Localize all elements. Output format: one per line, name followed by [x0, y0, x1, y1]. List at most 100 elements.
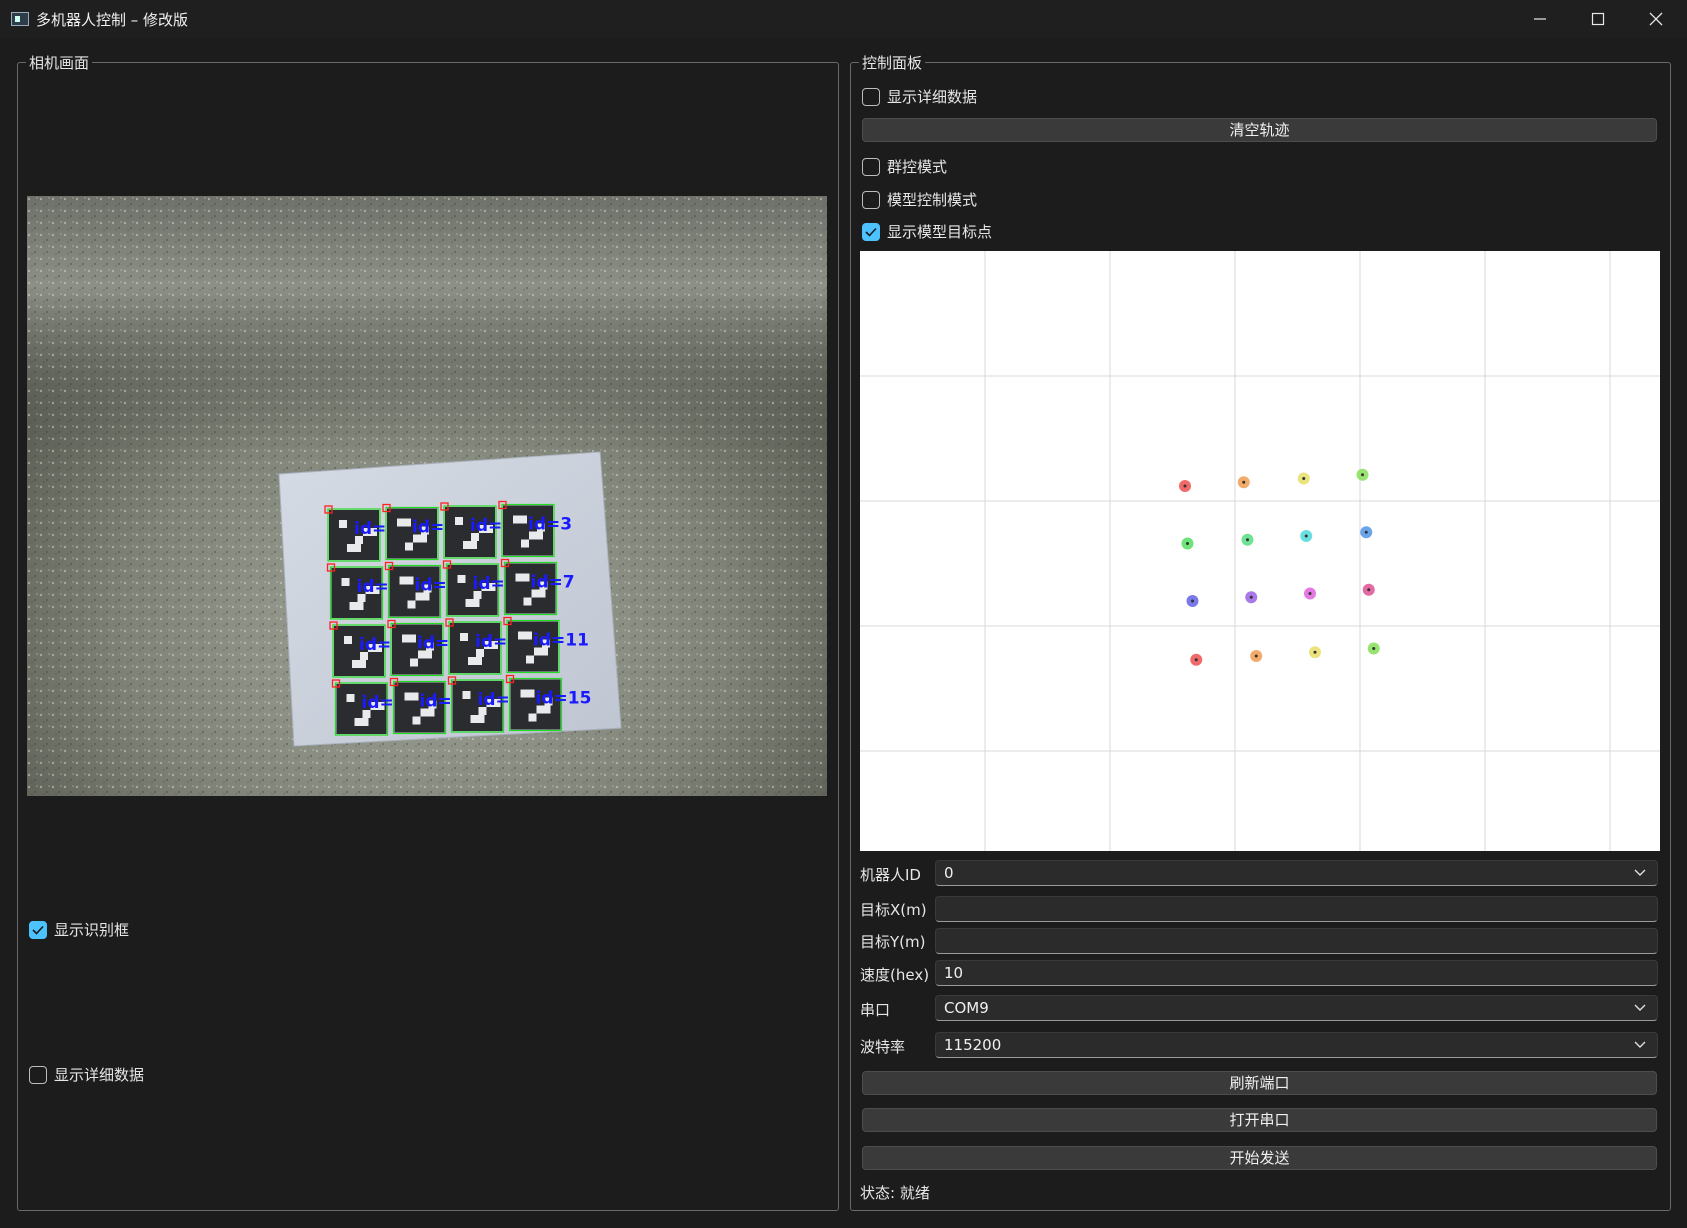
show-targets-checkbox[interactable]: 显示模型目标点 — [862, 221, 992, 242]
marker-bit — [470, 715, 485, 723]
camera-group-title: 相机画面 — [26, 52, 93, 73]
robot-point-center — [1308, 592, 1312, 595]
robot-point-center — [1304, 534, 1308, 538]
marker-id-label: id=11 — [533, 631, 589, 651]
robot-point-center — [1249, 595, 1253, 599]
show-boxes-label: 显示识别框 — [54, 921, 130, 939]
marker-bit — [462, 691, 471, 699]
marker-bit — [528, 713, 537, 722]
robot-point-center — [1361, 473, 1364, 477]
checkbox-checked-icon — [862, 222, 880, 241]
robot-point-center — [1367, 588, 1371, 592]
baud-value: 115200 — [944, 1036, 1002, 1054]
marker-id-label: id=3 — [528, 515, 572, 535]
window-title: 多机器人控制 – 修改版 — [36, 11, 189, 29]
swarm-mode-checkbox[interactable]: 群控模式 — [862, 156, 947, 177]
marker-bit — [404, 692, 419, 701]
port-select[interactable]: COM9 — [935, 995, 1658, 1021]
checkbox-unchecked-icon — [862, 190, 880, 209]
robot-point-center — [1194, 658, 1198, 662]
maximize-icon[interactable] — [1569, 0, 1627, 38]
marker-bit — [352, 660, 366, 668]
robot-point — [1237, 476, 1250, 489]
target-x-label: 目标X(m) — [860, 901, 927, 919]
robot-point-center — [1246, 538, 1249, 542]
marker-bit — [457, 575, 466, 583]
minimize-icon[interactable] — [1511, 0, 1569, 38]
chevron-down-icon — [1634, 869, 1646, 876]
robot-point — [1356, 468, 1369, 481]
robot-point — [1362, 583, 1375, 596]
target-x-input[interactable] — [935, 896, 1658, 922]
robot-point — [1300, 530, 1313, 542]
camera-show-detail-label: 显示详细数据 — [54, 1066, 145, 1084]
robot-point-center — [1302, 477, 1306, 480]
marker-bit — [523, 597, 532, 606]
start-send-button[interactable]: 开始发送 — [862, 1146, 1657, 1170]
clear-trajectory-button[interactable]: 清空轨迹 — [862, 118, 1657, 142]
control-show-detail-checkbox[interactable]: 显示详细数据 — [862, 86, 977, 107]
baud-select[interactable]: 115200 — [935, 1032, 1658, 1058]
robot-point — [1250, 650, 1263, 662]
marker-bit — [412, 716, 421, 725]
marker-bit — [339, 520, 347, 528]
show-targets-label: 显示模型目标点 — [887, 223, 993, 241]
model-mode-label: 模型控制模式 — [887, 191, 978, 209]
speed-input[interactable]: 10 — [935, 960, 1658, 986]
marker-bit — [344, 636, 352, 644]
refresh-ports-button[interactable]: 刷新端口 — [862, 1071, 1657, 1095]
robot-point-center — [1186, 542, 1189, 545]
robot-point — [1309, 646, 1321, 659]
marker-bit — [341, 578, 350, 586]
robot-point-center — [1191, 599, 1194, 603]
close-icon[interactable] — [1627, 0, 1685, 38]
marker-bit — [407, 600, 416, 609]
chevron-down-icon — [1634, 1041, 1646, 1048]
robot-point — [1367, 642, 1380, 655]
marker-bit — [526, 655, 534, 664]
robot-point — [1190, 653, 1203, 666]
plot-grid — [860, 251, 1660, 851]
marker-bit — [405, 542, 413, 551]
chevron-down-icon — [1634, 1004, 1646, 1011]
port-value: COM9 — [944, 999, 989, 1017]
robot-position-plot — [860, 251, 1660, 851]
checkbox-unchecked-icon — [29, 1065, 47, 1084]
marker-bit — [520, 689, 535, 698]
robot-point — [1186, 595, 1199, 607]
marker-id-label: id=15 — [536, 689, 592, 709]
robot-point — [1297, 472, 1310, 485]
marker-bit — [346, 694, 355, 702]
robot-point-center — [1254, 654, 1258, 658]
robot-point — [1245, 591, 1258, 604]
speed-value: 10 — [944, 964, 964, 982]
status-text: 状态: 就绪 — [860, 1184, 930, 1202]
robot-point-center — [1183, 484, 1187, 488]
robot-point — [1360, 526, 1373, 539]
open-port-button[interactable]: 打开串口 — [862, 1108, 1657, 1132]
speed-label: 速度(hex) — [860, 966, 930, 984]
robot-point-center — [1313, 650, 1317, 654]
plot-canvas — [860, 251, 1660, 851]
port-label: 串口 — [860, 1001, 891, 1019]
robot-id-select[interactable]: 0 — [935, 860, 1658, 886]
camera-show-detail-checkbox[interactable]: 显示详细数据 — [29, 1064, 144, 1085]
robot-point — [1304, 587, 1316, 600]
baud-label: 波特率 — [860, 1038, 906, 1056]
marker-bit — [518, 631, 532, 640]
robot-id-value: 0 — [944, 864, 954, 882]
robot-point-center — [1364, 530, 1368, 534]
marker-bit — [397, 518, 411, 527]
marker-bit — [455, 517, 463, 525]
checkbox-unchecked-icon — [862, 87, 880, 106]
marker-bit — [349, 602, 364, 610]
marker-bit — [521, 539, 529, 548]
checkbox-checked-icon — [29, 920, 47, 939]
robot-point — [1179, 480, 1191, 492]
show-boxes-checkbox[interactable]: 显示识别框 — [29, 919, 129, 940]
title-bar: 多机器人控制 – 修改版 — [0, 0, 1687, 38]
camera-view: id=0 id=1 id=2 id=3 id=4 id=5 id=6 id=7 id=8 id=9… — [27, 196, 827, 796]
model-mode-checkbox[interactable]: 模型控制模式 — [862, 189, 977, 210]
marker-bit — [410, 658, 418, 667]
target-y-input[interactable] — [935, 928, 1658, 954]
